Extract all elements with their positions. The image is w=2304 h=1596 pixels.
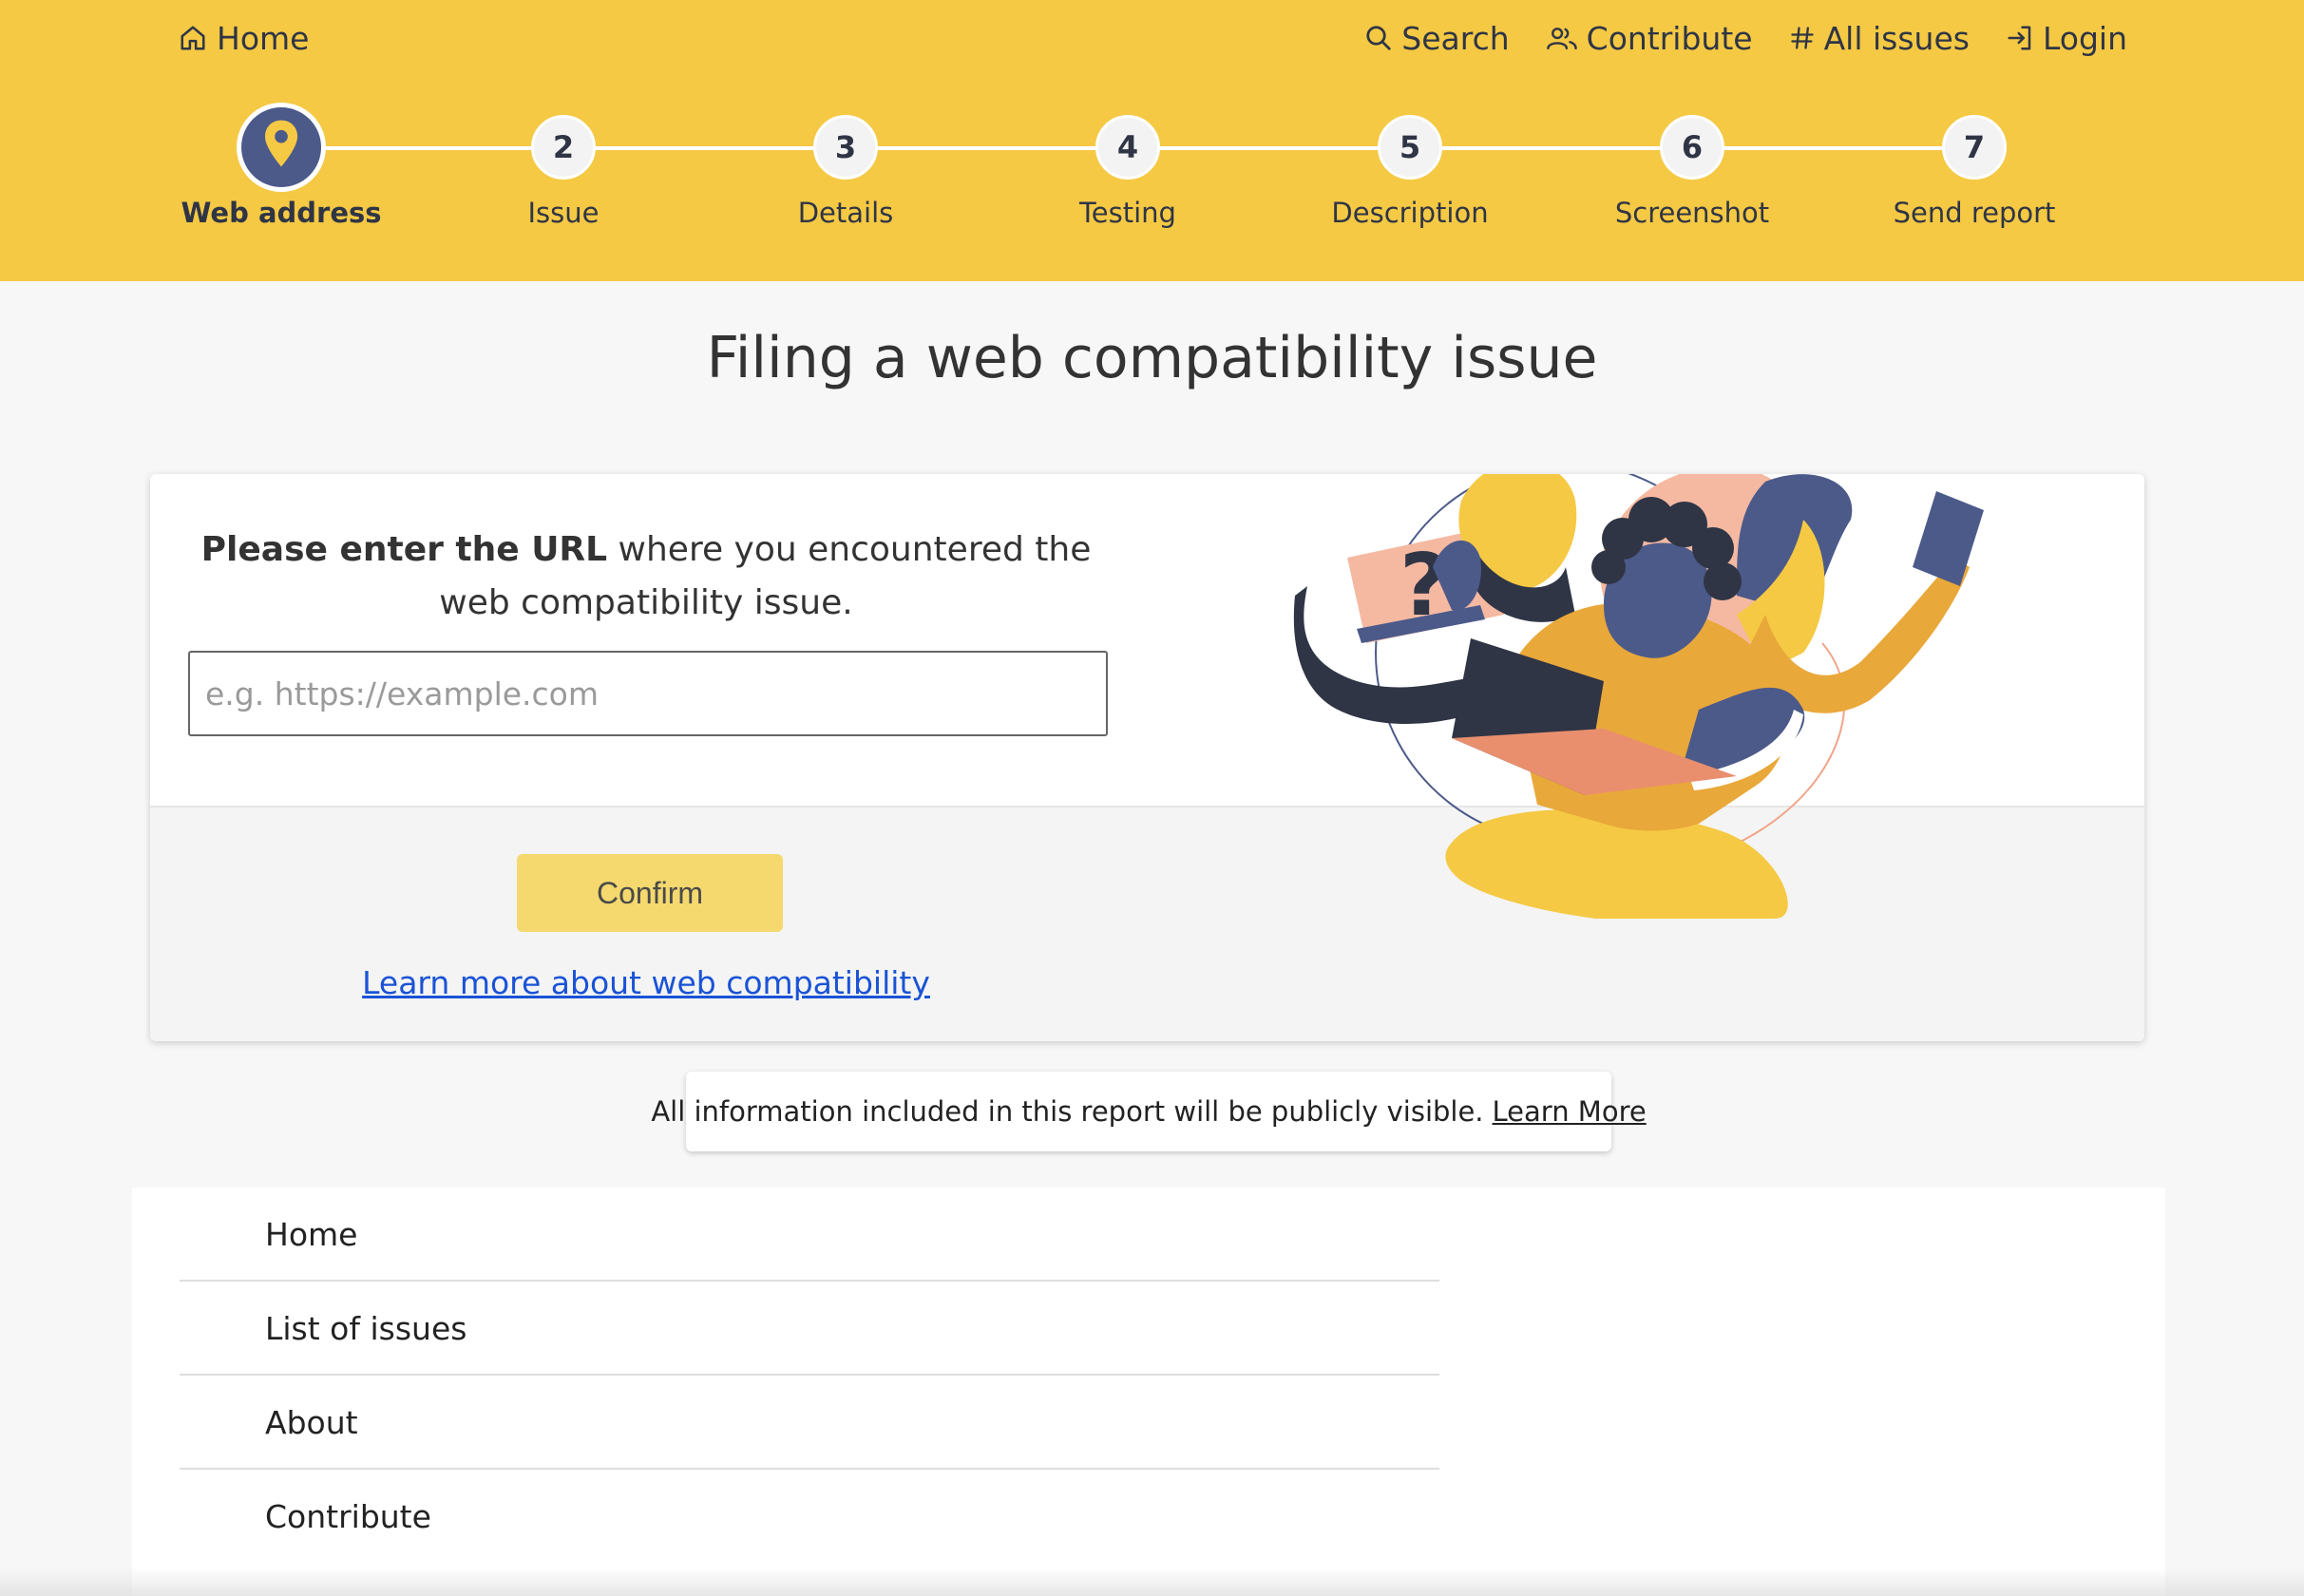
all-issues-link[interactable]: All issues [1789,20,1970,57]
step-label: Web address [181,197,382,229]
notice-learn-more-link[interactable]: Learn More [1493,1095,1647,1128]
footer-link-label[interactable]: About [265,1376,358,1470]
all-issues-link-label: All issues [1823,19,1970,57]
people-icon [1546,24,1578,52]
login-link-label: Login [2042,19,2127,57]
step-web-address[interactable]: Web address [139,103,424,229]
login-icon [2006,24,2034,52]
url-prompt: Please enter the URL where you encounter… [188,523,1104,630]
people-illustration: ? [1290,474,2012,926]
hash-icon [1789,24,1816,52]
step-label: Issue [527,197,600,229]
footer-link-label[interactable]: List of issues [265,1282,467,1376]
top-nav: Search Contribute All issues Login [1364,17,2127,59]
search-icon [1364,24,1393,52]
step-label: Details [797,197,894,229]
home-link-label: Home [217,19,310,57]
step-details[interactable]: 3 Details [703,103,988,229]
notice-text: All information included in this report … [651,1095,1484,1128]
footer-link-about: About [180,1376,1439,1470]
url-input[interactable] [188,651,1108,736]
footer-link-label[interactable]: Contribute [265,1470,431,1564]
step-label: Description [1331,197,1489,229]
contribute-link-label: Contribute [1586,19,1753,57]
learn-more-link-text[interactable]: Learn more about web compatibility [362,964,930,1001]
header: Home Search Contribute All issues Login … [0,0,2304,281]
step-label: Screenshot [1614,197,1770,229]
public-visibility-notice: All information included in this report … [651,1072,1647,1151]
home-icon [179,24,207,52]
search-link[interactable]: Search [1364,19,1510,57]
step-label: Send report [1893,197,2056,229]
step-label: Testing [1079,197,1176,229]
step-number: 2 [531,115,596,180]
learn-more-link: Learn more about web compatibility [188,964,1104,1001]
step-issue[interactable]: 2 Issue [421,103,706,229]
step-number: 7 [1942,115,2007,180]
step-circle [237,103,326,192]
page-title: Filing a web compatibility issue [706,325,1598,391]
footer-link-contribute: Contribute [180,1470,1439,1564]
footer-link-list-of-issues: List of issues [180,1282,1439,1376]
site-footer: Home List of issues About Contribute [132,1188,2165,1596]
confirm-button[interactable]: Confirm [517,854,783,932]
login-link[interactable]: Login [2006,20,2127,57]
step-number: 3 [813,115,878,180]
url-prompt-bold: Please enter the URL [200,530,608,569]
search-link-label: Search [1401,19,1510,57]
step-testing[interactable]: 4 Testing [985,103,1270,229]
step-number: 6 [1660,115,1724,180]
step-screenshot[interactable]: 6 Screenshot [1550,103,1835,229]
map-pin-icon [262,119,300,176]
footer-link-label[interactable]: Home [265,1188,357,1282]
step-send-report[interactable]: 7 Send report [1832,103,2117,229]
bottom-fade [0,1568,2304,1596]
url-form-card: Please enter the URL where you encounter… [150,474,2144,1041]
step-number: 5 [1378,115,1442,180]
step-number: 4 [1095,115,1160,180]
step-description[interactable]: 5 Description [1267,103,1552,229]
home-link[interactable]: Home [179,17,309,59]
footer-link-home: Home [180,1188,1439,1282]
contribute-link[interactable]: Contribute [1546,20,1753,57]
